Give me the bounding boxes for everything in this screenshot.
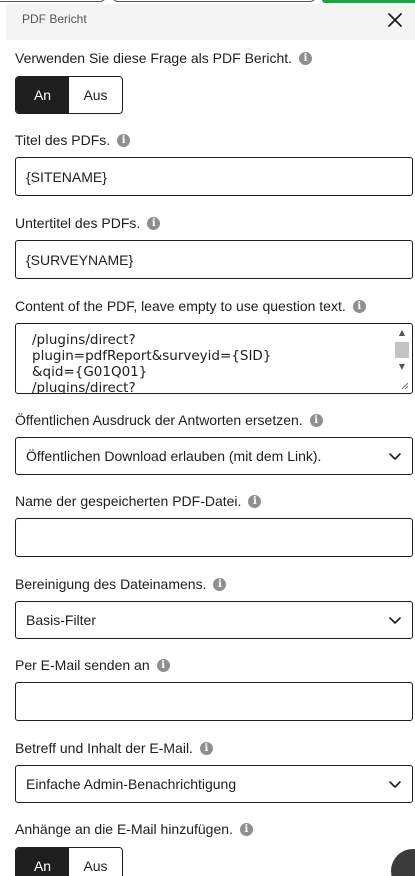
email-subject-label: Betreff und Inhalt der E-Mail. i — [15, 740, 213, 756]
filename-cleanup-label: Bereinigung des Dateinamens. i — [15, 576, 227, 592]
public-print-selected: Öffentlichen Download erlauben (mit dem … — [26, 448, 322, 464]
pdf-content-textarea[interactable]: /plugins/direct? plugin=pdfReport&survey… — [15, 323, 413, 394]
top-tab-left[interactable] — [0, 0, 106, 2]
top-tab-middle[interactable] — [112, 0, 316, 2]
info-icon[interactable]: i — [156, 658, 170, 672]
email-send-label: Per E-Mail senden an i — [15, 657, 170, 673]
chevron-down-icon — [389, 781, 401, 788]
top-tab-save[interactable] — [322, 0, 415, 3]
filename-label: Name der gespeicherten PDF-Datei. i — [15, 493, 262, 509]
use-as-pdf-off-button[interactable]: Aus — [69, 77, 122, 113]
pdf-title-label: Titel des PDFs. i — [15, 132, 131, 148]
email-attach-off-button[interactable]: Aus — [69, 848, 122, 876]
email-send-label-text: Per E-Mail senden an — [15, 657, 150, 673]
info-icon[interactable]: i — [239, 822, 253, 836]
pdf-content-label-text: Content of the PDF, leave empty to use q… — [15, 298, 346, 314]
panel-title: PDF Bericht — [22, 12, 87, 26]
email-attach-toggle: An Aus — [15, 847, 123, 876]
email-attach-label: Anhänge an die E-Mail hinzufügen. i — [15, 821, 253, 837]
info-icon[interactable]: i — [352, 299, 366, 313]
use-as-pdf-on-button[interactable]: An — [16, 77, 69, 113]
pdf-content-line: &qid={G01Q01} — [32, 364, 148, 380]
pdf-content-line: plugin=pdfReport&surveyid={SID} — [32, 348, 272, 364]
email-subject-select[interactable]: Einfache Admin-Benachrichtigung — [15, 765, 413, 803]
filename-cleanup-selected: Basis-Filter — [26, 612, 97, 628]
use-as-pdf-label: Verwenden Sie diese Frage als PDF Berich… — [15, 50, 313, 66]
info-icon[interactable]: i — [117, 133, 131, 147]
info-icon[interactable]: i — [147, 216, 161, 230]
panel-header: PDF Bericht — [6, 4, 415, 40]
pdf-subtitle-label: Untertitel des PDFs. i — [15, 215, 161, 231]
filename-label-text: Name der gespeicherten PDF-Datei. — [15, 493, 242, 509]
info-icon[interactable]: i — [309, 413, 323, 427]
info-icon[interactable]: i — [213, 577, 227, 591]
pdf-content-label: Content of the PDF, leave empty to use q… — [15, 298, 366, 314]
filename-cleanup-select[interactable]: Basis-Filter — [15, 601, 413, 639]
use-as-pdf-toggle: An Aus — [15, 76, 123, 114]
close-icon[interactable] — [385, 10, 405, 30]
info-icon[interactable]: i — [199, 741, 213, 755]
email-subject-label-text: Betreff und Inhalt der E-Mail. — [15, 740, 193, 756]
scroll-down-icon[interactable]: ▼ — [394, 360, 410, 374]
public-print-label-text: Öffentlichen Ausdruck der Antworten erse… — [15, 412, 303, 428]
info-icon[interactable]: i — [248, 494, 262, 508]
use-as-pdf-label-text: Verwenden Sie diese Frage als PDF Berich… — [15, 50, 293, 66]
pdf-subtitle-label-text: Untertitel des PDFs. — [15, 215, 141, 231]
scroll-up-icon[interactable]: ▲ — [394, 326, 410, 340]
chevron-down-icon — [389, 453, 401, 460]
email-attach-label-text: Anhänge an die E-Mail hinzufügen. — [15, 821, 233, 837]
floating-action-button[interactable] — [391, 849, 415, 876]
pdf-title-label-text: Titel des PDFs. — [15, 132, 111, 148]
public-print-label: Öffentlichen Ausdruck der Antworten erse… — [15, 412, 323, 428]
email-attach-on-button[interactable]: An — [16, 848, 69, 876]
public-print-select[interactable]: Öffentlichen Download erlauben (mit dem … — [15, 437, 413, 475]
filename-input[interactable] — [15, 518, 413, 557]
scroll-thumb[interactable] — [395, 342, 409, 358]
pdf-content-line: /plugins/direct? — [32, 332, 136, 348]
resize-grip-icon[interactable] — [399, 380, 409, 390]
pdf-content-line: /plugins/direct? — [32, 380, 136, 394]
chevron-down-icon — [389, 617, 401, 624]
pdf-subtitle-input[interactable]: {SURVEYNAME} — [15, 240, 413, 279]
filename-cleanup-label-text: Bereinigung des Dateinamens. — [15, 576, 207, 592]
pdf-title-input[interactable]: {SITENAME} — [15, 157, 413, 196]
info-icon[interactable]: i — [299, 51, 313, 65]
email-send-input[interactable] — [15, 682, 413, 721]
email-subject-selected: Einfache Admin-Benachrichtigung — [26, 776, 237, 792]
